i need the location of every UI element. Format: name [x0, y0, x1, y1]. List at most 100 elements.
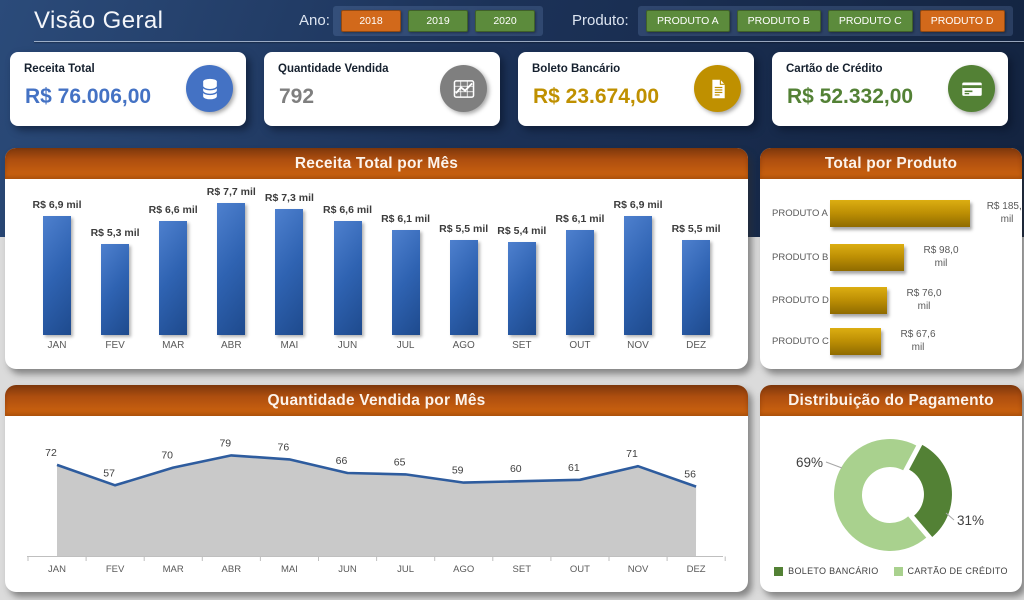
- bar-value-label: R$ 6,1 mil: [545, 213, 615, 225]
- svg-text:DEZ: DEZ: [687, 564, 706, 575]
- legend-label: CARTÃO DE CRÉDITO: [908, 566, 1008, 576]
- kpi-value: R$ 52.332,00: [787, 85, 913, 109]
- pagamento-donut-chart: 69% 31% BOLETO BANCÁRIO CARTÃO DE CRÉDITO: [760, 416, 1022, 592]
- legend-label: BOLETO BANCÁRIO: [788, 566, 878, 576]
- panel-total-produto: Total por Produto PRODUTO A R$ 185,3mil PR…: [760, 148, 1022, 369]
- kpi-value: 792: [279, 85, 314, 109]
- category-label: PRODUTO B: [772, 252, 828, 263]
- svg-text:57: 57: [103, 467, 115, 479]
- year-button-2018[interactable]: 2018: [341, 10, 401, 32]
- month-label: MAI: [260, 340, 318, 351]
- svg-text:JUN: JUN: [338, 564, 357, 575]
- bar-value-label: R$ 6,6 mil: [138, 204, 208, 216]
- area-chart-svg: 725770797666655960617156JANFEVMARABRMAIJ…: [5, 416, 748, 592]
- bar: [830, 328, 881, 355]
- svg-text:71: 71: [626, 448, 638, 460]
- svg-text:72: 72: [45, 447, 57, 459]
- kpi-card-boleto-bancario: Boleto Bancário R$ 23.674,00: [518, 52, 754, 126]
- bar: [217, 203, 245, 335]
- bar: [508, 242, 536, 335]
- bar-value-label: R$ 6,9 mil: [22, 199, 92, 211]
- ano-label: Ano:: [299, 12, 330, 29]
- category-label: PRODUTO A: [772, 208, 828, 219]
- product-button-c[interactable]: PRODUTO C: [828, 10, 913, 32]
- bar-value-label: R$ 185,3mil: [976, 201, 1022, 226]
- produto-slicer: PRODUTO A PRODUTO B PRODUTO C PRODUTO D: [638, 6, 1013, 36]
- svg-text:NOV: NOV: [628, 564, 649, 575]
- bar-value-label: R$ 5,3 mil: [80, 227, 150, 239]
- svg-text:59: 59: [452, 465, 464, 477]
- month-label: OUT: [551, 340, 609, 351]
- month-label: NOV: [609, 340, 667, 351]
- produto-label: Produto:: [572, 12, 629, 29]
- year-button-2019[interactable]: 2019: [408, 10, 468, 32]
- bar: [830, 287, 887, 314]
- bar: [830, 244, 904, 271]
- month-label: JAN: [28, 340, 86, 351]
- kpi-card-quantidade-vendida: Quantidade Vendida 792: [264, 52, 500, 126]
- svg-text:AGO: AGO: [453, 564, 474, 575]
- svg-text:31%: 31%: [957, 513, 984, 528]
- product-button-a[interactable]: PRODUTO A: [646, 10, 730, 32]
- quantidade-area-chart: 725770797666655960617156JANFEVMARABRMAIJ…: [5, 416, 748, 592]
- kpi-label: Boleto Bancário: [532, 63, 620, 75]
- bar: [159, 221, 187, 335]
- svg-text:70: 70: [161, 450, 173, 462]
- kpi-label: Receita Total: [24, 63, 95, 75]
- svg-text:66: 66: [336, 455, 348, 467]
- line-chart-icon: [440, 65, 487, 112]
- svg-text:76: 76: [278, 441, 290, 453]
- panel-receita-mensal: Receita Total por Mês R$ 6,9 milJANR$ 5,…: [5, 148, 748, 369]
- month-label: SET: [493, 340, 551, 351]
- category-label: PRODUTO C: [772, 336, 829, 347]
- credit-card-icon: [948, 65, 995, 112]
- svg-text:56: 56: [684, 469, 696, 481]
- chart-legend: BOLETO BANCÁRIO CARTÃO DE CRÉDITO: [760, 566, 1022, 576]
- bar: [275, 209, 303, 335]
- kpi-card-cartao-credito: Cartão de Crédito R$ 52.332,00: [772, 52, 1008, 126]
- bar: [392, 230, 420, 335]
- bar: [450, 240, 478, 335]
- svg-text:69%: 69%: [796, 455, 823, 470]
- bar-value-label: R$ 5,5 mil: [661, 223, 731, 235]
- bar: [101, 244, 129, 335]
- year-button-2020[interactable]: 2020: [475, 10, 535, 32]
- document-icon: [694, 65, 741, 112]
- product-button-b[interactable]: PRODUTO B: [737, 10, 821, 32]
- kpi-value: R$ 23.674,00: [533, 85, 659, 109]
- svg-text:JAN: JAN: [48, 564, 66, 575]
- receita-bar-chart: R$ 6,9 mil JAN R$ 5,3 mil FEV R$ 6,6 mil MAR R…: [5, 179, 748, 369]
- month-label: AGO: [435, 340, 493, 351]
- legend-item-cartao: CARTÃO DE CRÉDITO: [894, 566, 1008, 576]
- bar: [830, 200, 970, 227]
- svg-text:MAR: MAR: [163, 564, 184, 575]
- panel-distribuicao-pagamento: Distribuição do Pagamento 69%31% BOLETO …: [760, 385, 1022, 592]
- bar: [334, 221, 362, 335]
- kpi-card-receita-total: Receita Total R$ 76.006,00: [10, 52, 246, 126]
- svg-text:SET: SET: [513, 564, 532, 575]
- bar: [682, 240, 710, 335]
- svg-text:OUT: OUT: [570, 564, 590, 575]
- svg-text:79: 79: [219, 437, 231, 449]
- panel-title-quantidade-mensal: Quantidade Vendida por Mês: [5, 385, 748, 416]
- svg-text:FEV: FEV: [106, 564, 125, 575]
- month-label: MAR: [144, 340, 202, 351]
- legend-swatch-cartao: [894, 567, 903, 576]
- month-label: FEV: [86, 340, 144, 351]
- legend-item-boleto: BOLETO BANCÁRIO: [774, 566, 878, 576]
- donut-chart-svg: 69% 31%: [760, 416, 1022, 566]
- page-title: Visão Geral: [34, 7, 163, 35]
- svg-text:MAI: MAI: [281, 564, 298, 575]
- svg-text:60: 60: [510, 463, 522, 475]
- category-label: PRODUTO D: [772, 295, 829, 306]
- bar-value-label: R$ 6,9 mil: [603, 199, 673, 211]
- kpi-label: Quantidade Vendida: [278, 63, 389, 75]
- month-label: ABR: [202, 340, 260, 351]
- svg-text:JUL: JUL: [397, 564, 414, 575]
- bar-value-label: R$ 76,0mil: [893, 288, 955, 313]
- product-button-d[interactable]: PRODUTO D: [920, 10, 1005, 32]
- panel-title-total-produto: Total por Produto: [760, 148, 1022, 179]
- dashboard-page: Visão Geral Ano: 2018 2019 2020 Produto:…: [0, 0, 1024, 600]
- month-label: JUL: [377, 340, 435, 351]
- kpi-label: Cartão de Crédito: [786, 63, 883, 75]
